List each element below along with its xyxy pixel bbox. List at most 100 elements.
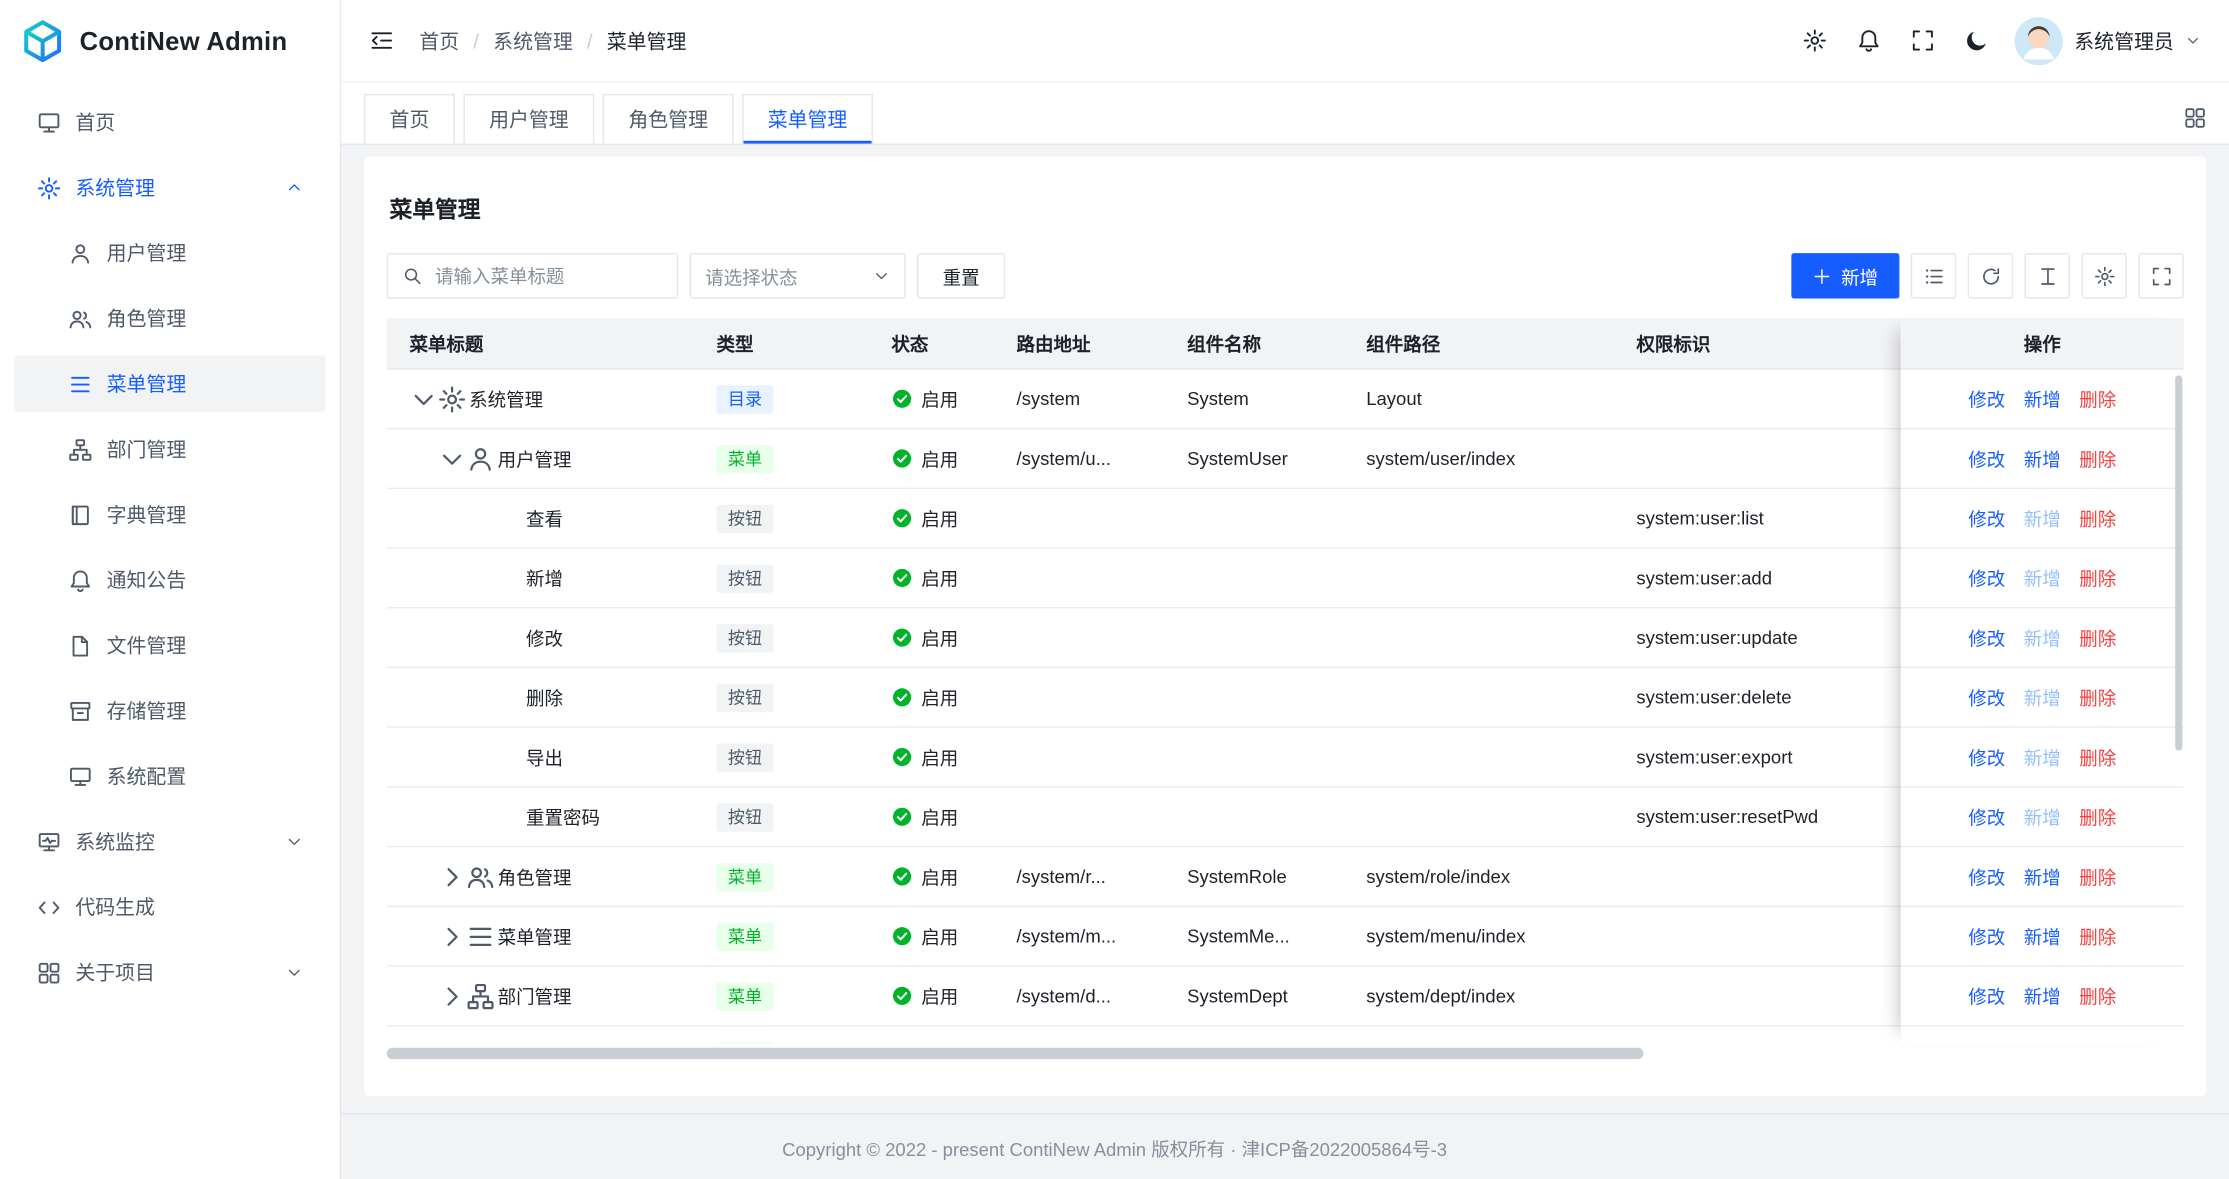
sidebar-item-dept-management[interactable]: 部门管理 bbox=[14, 421, 325, 478]
add-link[interactable]: 新增 bbox=[2024, 1042, 2061, 1043]
brand-logo[interactable]: ContiNew Admin bbox=[0, 0, 340, 82]
add-link[interactable]: 新增 bbox=[2024, 564, 2061, 591]
edit-link[interactable]: 修改 bbox=[1968, 982, 2005, 1009]
edit-link[interactable]: 修改 bbox=[1968, 803, 2005, 830]
sidebar-item-notice[interactable]: 通知公告 bbox=[14, 552, 325, 609]
route-cell bbox=[994, 788, 1165, 846]
sidebar-item-system-monitor[interactable]: 系统监控 bbox=[14, 813, 325, 870]
search-input[interactable] bbox=[432, 264, 662, 288]
sidebar-item-about-project[interactable]: 关于项目 bbox=[14, 944, 325, 1001]
sidebar-item-dict-management[interactable]: 字典管理 bbox=[14, 486, 325, 543]
sidebar-item-code-generation[interactable]: 代码生成 bbox=[14, 879, 325, 936]
tab-菜单管理[interactable]: 菜单管理 bbox=[742, 94, 873, 144]
delete-link[interactable]: 删除 bbox=[2079, 803, 2116, 830]
line-height-button[interactable] bbox=[2025, 253, 2070, 298]
expand-row-button[interactable] bbox=[438, 862, 466, 890]
tab-用户管理[interactable]: 用户管理 bbox=[463, 94, 594, 144]
sidebar-item-role-management[interactable]: 角色管理 bbox=[14, 290, 325, 347]
edit-link[interactable]: 修改 bbox=[1968, 863, 2005, 890]
delete-link[interactable]: 删除 bbox=[2079, 564, 2116, 591]
add-link[interactable]: 新增 bbox=[2024, 803, 2061, 830]
add-link[interactable]: 新增 bbox=[2024, 385, 2061, 412]
delete-link[interactable]: 删除 bbox=[2079, 385, 2116, 412]
add-link[interactable]: 新增 bbox=[2024, 505, 2061, 532]
vertical-scrollbar[interactable] bbox=[2175, 375, 2182, 750]
expand-row-button[interactable] bbox=[438, 1041, 466, 1043]
delete-link[interactable]: 删除 bbox=[2079, 505, 2116, 532]
status-badge: 启用 bbox=[891, 684, 958, 711]
list-button[interactable] bbox=[1911, 253, 1956, 298]
search-box bbox=[387, 253, 678, 298]
type-cell: 按钮 bbox=[694, 668, 869, 726]
edit-link[interactable]: 修改 bbox=[1968, 564, 2005, 591]
delete-link[interactable]: 删除 bbox=[2079, 744, 2116, 771]
horizontal-scrollbar[interactable] bbox=[387, 1048, 1644, 1059]
type-cell: 目录 bbox=[694, 370, 869, 428]
sidebar-item-user-management[interactable]: 用户管理 bbox=[14, 225, 325, 282]
status-label: 启用 bbox=[921, 982, 958, 1009]
add-link[interactable]: 新增 bbox=[2024, 982, 2061, 1009]
edit-link[interactable]: 修改 bbox=[1968, 923, 2005, 950]
component-path-cell: system/user/index bbox=[1344, 429, 1614, 487]
reset-button[interactable]: 重置 bbox=[917, 253, 1005, 298]
expand-row-button[interactable] bbox=[438, 922, 466, 950]
edit-link[interactable]: 修改 bbox=[1968, 744, 2005, 771]
sidebar-item-storage-management[interactable]: 存储管理 bbox=[14, 682, 325, 739]
edit-link[interactable]: 修改 bbox=[1968, 624, 2005, 651]
breadcrumb-item[interactable]: 菜单管理 bbox=[607, 26, 687, 54]
sidebar-item-system-config[interactable]: 系统配置 bbox=[14, 748, 325, 805]
sidebar-item-file-management[interactable]: 文件管理 bbox=[14, 617, 325, 674]
sidebar: ContiNew Admin 首页系统管理用户管理角色管理菜单管理部门管理字典管… bbox=[0, 0, 341, 1179]
tab-角色管理[interactable]: 角色管理 bbox=[603, 94, 734, 144]
bell-button[interactable] bbox=[1844, 16, 1892, 64]
status-select[interactable]: 请选择状态 bbox=[690, 253, 906, 298]
delete-link[interactable]: 删除 bbox=[2079, 684, 2116, 711]
edit-link[interactable]: 修改 bbox=[1968, 505, 2005, 532]
expand-row-button[interactable] bbox=[438, 982, 466, 1010]
edit-link[interactable]: 修改 bbox=[1968, 445, 2005, 472]
delete-link[interactable]: 删除 bbox=[2079, 863, 2116, 890]
gear-button[interactable] bbox=[2081, 253, 2126, 298]
component-name-cell bbox=[1164, 728, 1343, 786]
add-link[interactable]: 新增 bbox=[2024, 744, 2061, 771]
delete-link[interactable]: 删除 bbox=[2079, 1042, 2116, 1043]
add-link[interactable]: 新增 bbox=[2024, 684, 2061, 711]
permission-cell bbox=[1614, 967, 1903, 1025]
add-link[interactable]: 新增 bbox=[2024, 445, 2061, 472]
status-cell: 启用 bbox=[869, 788, 994, 846]
edit-link[interactable]: 修改 bbox=[1968, 1042, 2005, 1043]
component-name-cell: SystemMe... bbox=[1164, 907, 1343, 965]
delete-link[interactable]: 删除 bbox=[2079, 445, 2116, 472]
edit-link[interactable]: 修改 bbox=[1968, 385, 2005, 412]
fullscreen-button[interactable] bbox=[1898, 16, 1946, 64]
component-name-cell bbox=[1164, 668, 1343, 726]
breadcrumb-item[interactable]: 首页 bbox=[419, 26, 459, 54]
fullscreen-button[interactable] bbox=[2138, 253, 2183, 298]
collapse-row-button[interactable] bbox=[438, 444, 466, 472]
sidebar-item-menu-management[interactable]: 菜单管理 bbox=[14, 355, 325, 412]
collapse-sidebar-button[interactable] bbox=[370, 28, 394, 52]
tab-actions-button[interactable] bbox=[2184, 107, 2207, 130]
add-link[interactable]: 新增 bbox=[2024, 624, 2061, 651]
row-actions: 修改新增删除 bbox=[1901, 788, 2184, 848]
add-link[interactable]: 新增 bbox=[2024, 923, 2061, 950]
sidebar-item-home[interactable]: 首页 bbox=[14, 94, 325, 151]
moon-button[interactable] bbox=[1952, 16, 2000, 64]
type-tag: 按钮 bbox=[717, 504, 774, 532]
user-menu[interactable]: 系统管理员 bbox=[2015, 16, 2201, 64]
menu-title: 导出 bbox=[526, 744, 563, 771]
collapse-row-button[interactable] bbox=[409, 385, 437, 413]
sidebar-item-system-management[interactable]: 系统管理 bbox=[14, 159, 325, 216]
tab-首页[interactable]: 首页 bbox=[364, 94, 455, 144]
add-link[interactable]: 新增 bbox=[2024, 863, 2061, 890]
status-label: 启用 bbox=[921, 505, 958, 532]
delete-link[interactable]: 删除 bbox=[2079, 923, 2116, 950]
delete-link[interactable]: 删除 bbox=[2079, 624, 2116, 651]
add-button[interactable]: 新增 bbox=[1791, 253, 1899, 298]
refresh-button[interactable] bbox=[1968, 253, 2013, 298]
sidebar-item-label: 系统配置 bbox=[107, 762, 303, 790]
gear-button[interactable] bbox=[1790, 16, 1838, 64]
edit-link[interactable]: 修改 bbox=[1968, 684, 2005, 711]
delete-link[interactable]: 删除 bbox=[2079, 982, 2116, 1009]
breadcrumb-item[interactable]: 系统管理 bbox=[493, 26, 573, 54]
